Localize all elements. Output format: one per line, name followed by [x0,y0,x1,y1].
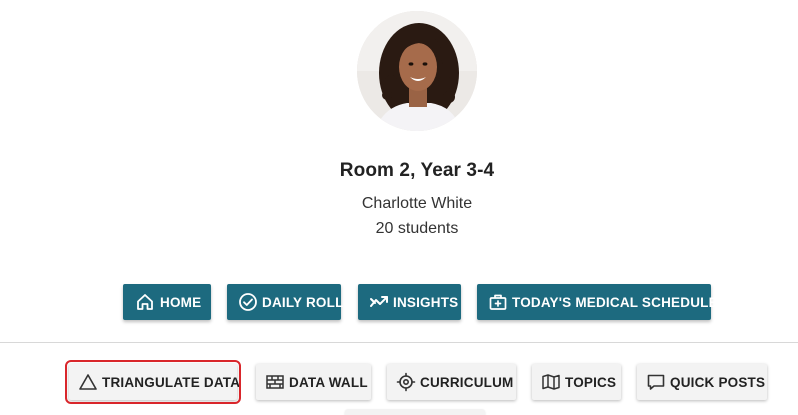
daily-roll-button-label: DAILY ROLL [262,294,344,310]
curriculum-button[interactable]: CURRICULUM [387,364,516,400]
triangle-icon [78,371,98,393]
medical-schedule-button-label: TODAY'S MEDICAL SCHEDULE [512,294,718,310]
target-icon [396,371,416,393]
teacher-avatar [357,11,477,131]
student-count: 20 students [375,220,459,237]
brick-wall-icon [265,371,285,393]
topics-button[interactable]: TOPICS [532,364,621,400]
home-button-label: HOME [160,294,202,310]
home-button[interactable]: HOME [123,284,211,320]
map-icon [541,371,561,393]
daily-roll-button[interactable]: DAILY ROLL [227,284,344,320]
data-wall-button[interactable]: DATA WALL [256,364,371,400]
section-divider [0,342,798,343]
curriculum-button-label: CURRICULUM [420,374,514,390]
room-title: Room 2, Year 3-4 [339,160,495,181]
insights-button-label: INSIGHTS [393,294,459,310]
class-dashboard: Room 2, Year 3-4 Charlotte White 20 stud… [0,0,798,415]
quick-posts-button-label: QUICK POSTS [670,374,766,390]
check-circle-icon [238,291,258,313]
triangulate-data-button-label: TRIANGULATE DATA [102,374,241,390]
home-icon [134,291,156,313]
medical-kit-icon [488,291,508,313]
teacher-name: Charlotte White [361,195,473,212]
next-row-button-edge [345,409,485,415]
medical-schedule-button[interactable]: TODAY'S MEDICAL SCHEDULE [477,284,718,320]
data-wall-button-label: DATA WALL [289,374,368,390]
triangulate-data-button[interactable]: TRIANGULATE DATA [65,360,241,404]
comment-icon [646,371,666,393]
insights-button[interactable]: INSIGHTS [358,284,461,320]
quick-posts-button[interactable]: QUICK POSTS [637,364,767,400]
topics-button-label: TOPICS [565,374,617,390]
insights-icon [369,291,389,313]
